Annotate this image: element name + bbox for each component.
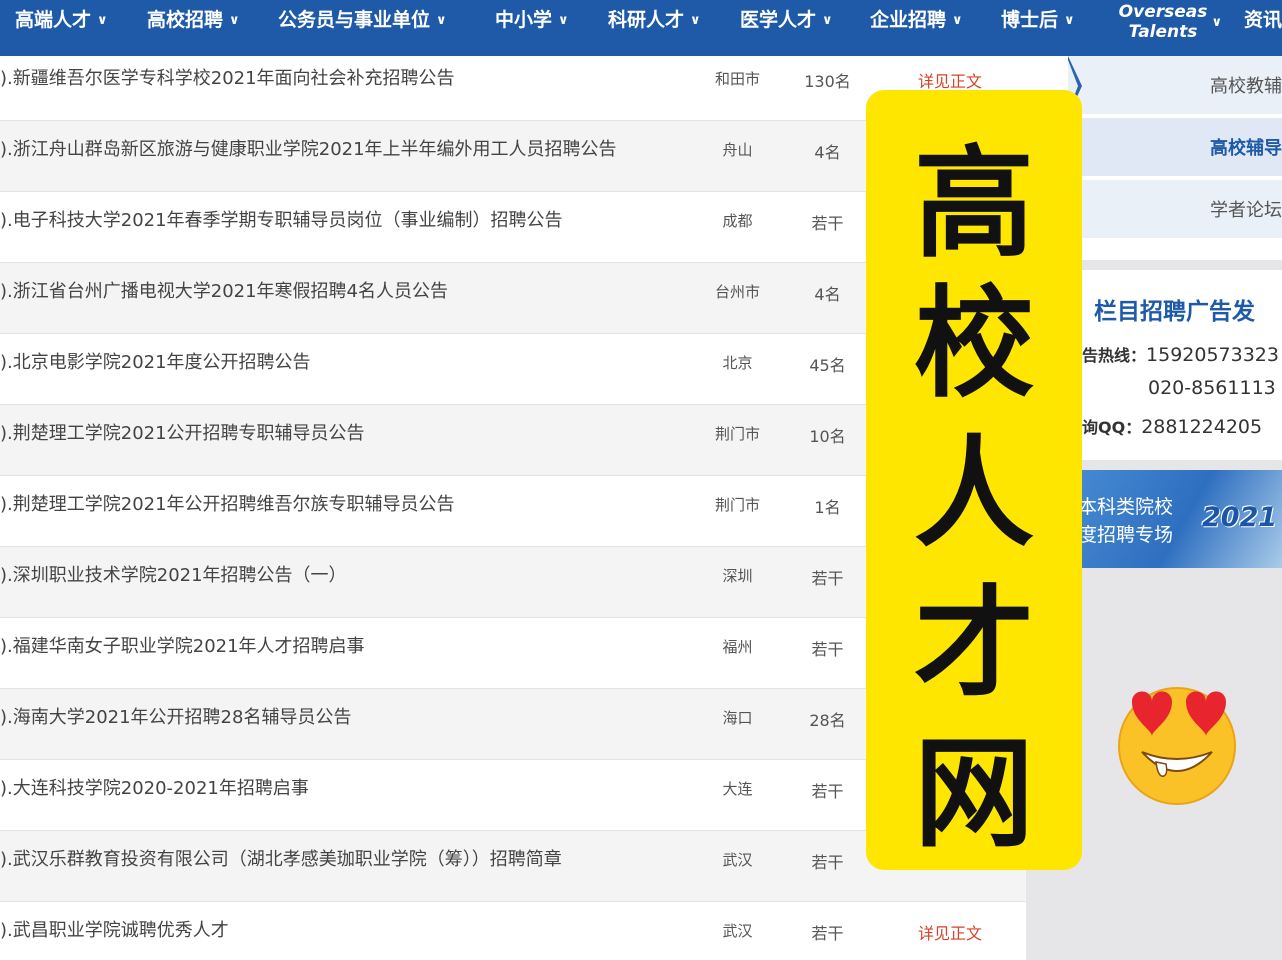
job-title-link[interactable]: ).浙江省台州广播电视大学2021年寒假招聘4名人员公告	[0, 277, 448, 303]
job-count: 1名	[814, 498, 841, 517]
job-row[interactable]: ).武昌职业学院诚聘优秀人才 武汉 若干 详见正文	[0, 902, 1026, 960]
nav-item-research-talent[interactable]: 科研人才 ∨	[608, 0, 701, 56]
job-count: 若干	[811, 924, 844, 943]
qq-number: 2881224205	[1141, 416, 1263, 438]
ad-qq: 询QQ：2881224205	[1082, 414, 1262, 438]
job-title-link[interactable]: ).武汉乐群教育投资有限公司（湖北孝感美珈职业学院（筹））招聘简章	[0, 845, 562, 871]
overlay-char: 校	[914, 275, 1034, 414]
chevron-down-icon: ∨	[1211, 15, 1222, 30]
menu-item-label: 学者论坛	[1210, 200, 1282, 221]
job-title-link[interactable]: ).北京电影学院2021年度公开招聘公告	[0, 348, 311, 374]
ad-hotline: 告热线：15920573323	[1082, 342, 1279, 366]
chevron-down-icon: ∨	[97, 13, 108, 28]
nav-item-civil-service[interactable]: 公务员与事业单位 ∨	[278, 0, 447, 56]
nav-label: 医学人才	[740, 9, 817, 31]
nav-item-enterprise[interactable]: 企业招聘 ∨	[870, 0, 963, 56]
overlay-char: 人	[914, 425, 1034, 564]
chevron-down-icon: ∨	[558, 13, 569, 28]
banner-line-2: 度招聘专场	[1078, 524, 1174, 546]
menu-item-university-support[interactable]: 高校教辅	[1068, 56, 1282, 116]
nav-label: 高校招聘	[147, 9, 224, 31]
job-count: 45名	[809, 356, 846, 375]
job-count: 28名	[809, 711, 846, 730]
overlay-char: 网	[914, 725, 1034, 864]
overlay-title-card: 高 校 人 才 网	[866, 90, 1082, 870]
job-title-link[interactable]: ).深圳职业技术学院2021年招聘公告（一）	[0, 561, 347, 587]
job-city: 台州市	[714, 283, 760, 301]
chevron-down-icon: ∨	[952, 13, 963, 28]
hotline-key: 告热线：	[1082, 346, 1147, 365]
job-title-link[interactable]: ).新疆维吾尔医学专科学校2021年面向社会补充招聘公告	[0, 64, 455, 90]
job-count: 若干	[811, 640, 844, 659]
nav-label: 企业招聘	[870, 9, 947, 31]
nav-label: 科研人才	[608, 9, 685, 31]
job-title-link[interactable]: ).海南大学2021年公开招聘28名辅导员公告	[0, 703, 351, 729]
overlay-char: 高	[914, 135, 1034, 274]
job-count: 若干	[811, 782, 844, 801]
job-city: 大连	[722, 780, 753, 798]
job-title-link[interactable]: ).电子科技大学2021年春季学期专职辅导员岗位（事业编制）招聘公告	[0, 206, 563, 232]
banner-line-1: 本科类院校	[1078, 496, 1174, 518]
job-title-link[interactable]: ).荆楚理工学院2021年公开招聘维吾尔族专职辅导员公告	[0, 490, 455, 516]
nav-item-postdoc[interactable]: 博士后 ∨	[1001, 0, 1075, 56]
nav-label: 高端人才	[15, 9, 92, 31]
nav-item-overseas-talents[interactable]: Overseas Talents ∨	[1108, 2, 1222, 42]
overlay-char: 才	[914, 575, 1034, 714]
menu-item-counselor[interactable]: 高校辅导	[1068, 118, 1282, 178]
job-city: 荆门市	[714, 496, 760, 514]
job-city: 深圳	[722, 567, 753, 585]
detail-link[interactable]: 详见正文	[905, 68, 995, 92]
nav-item-high-end-talent[interactable]: 高端人才 ∨	[15, 0, 108, 56]
chevron-down-icon: ∨	[1064, 13, 1075, 28]
job-count: 4名	[814, 143, 841, 162]
job-title-link[interactable]: ).福建华南女子职业学院2021年人才招聘启事	[0, 632, 365, 658]
job-city: 舟山	[722, 141, 753, 159]
job-count: 10名	[809, 427, 846, 446]
overseas-line-1: Overseas	[1118, 2, 1208, 22]
job-city: 福州	[722, 638, 753, 656]
ad-hotline-2: 020-8561113	[1148, 377, 1276, 399]
chevron-down-icon: ∨	[229, 13, 240, 28]
job-count: 若干	[811, 569, 844, 588]
heart-eyes-emoji-icon	[1118, 687, 1236, 805]
job-title-link[interactable]: ).浙江舟山群岛新区旅游与健康职业学院2021年上半年编外用工人员招聘公告	[0, 135, 617, 161]
job-city: 荆门市	[714, 425, 760, 443]
nav-item-university-recruitment[interactable]: 高校招聘 ∨	[147, 0, 240, 56]
job-title-link[interactable]: ).荆楚理工学院2021公开招聘专职辅导员公告	[0, 419, 365, 445]
job-city: 海口	[722, 709, 753, 727]
menu-item-scholar-forum[interactable]: 学者论坛	[1068, 180, 1282, 240]
nav-item-k12[interactable]: 中小学 ∨	[495, 0, 569, 56]
job-city: 北京	[722, 354, 753, 372]
nav-label: 中小学	[495, 9, 553, 31]
top-nav: 高端人才 ∨ 高校招聘 ∨ 公务员与事业单位 ∨ 中小学 ∨ 科研人才 ∨ 医学人才 ∨ 企…	[0, 0, 1282, 56]
nav-label: 公务员与事业单位	[278, 9, 431, 31]
nav-label: 资讯	[1244, 9, 1282, 31]
ad-title: 栏目招聘广告发	[1094, 299, 1255, 325]
detail-link[interactable]: 详见正文	[905, 920, 995, 944]
job-count: 若干	[811, 853, 844, 872]
job-city: 武汉	[722, 922, 753, 940]
banner-year: 2021	[1202, 502, 1278, 533]
menu-item-label: 高校教辅	[1210, 76, 1282, 97]
chevron-down-icon: ∨	[690, 13, 701, 28]
job-count: 若干	[811, 214, 844, 233]
job-title-link[interactable]: ).大连科技学院2020-2021年招聘启事	[0, 774, 309, 800]
job-city: 和田市	[714, 70, 760, 88]
qq-key: 询QQ：	[1082, 418, 1142, 437]
nav-item-medical-talent[interactable]: 医学人才 ∨	[740, 0, 833, 56]
overseas-line-2: Talents	[1128, 22, 1198, 42]
menu-item-label: 高校辅导	[1210, 138, 1282, 159]
job-count: 130名	[804, 72, 851, 91]
job-city: 武汉	[722, 851, 753, 869]
hotline-number: 15920573323	[1146, 344, 1279, 366]
chevron-down-icon: ∨	[436, 13, 447, 28]
nav-label: 博士后	[1001, 9, 1059, 31]
job-city: 成都	[722, 212, 753, 230]
job-title-link[interactable]: ).武昌职业学院诚聘优秀人才	[0, 916, 229, 942]
job-count: 4名	[814, 285, 841, 304]
nav-item-news[interactable]: 资讯	[1244, 0, 1282, 56]
chevron-down-icon: ∨	[822, 13, 833, 28]
